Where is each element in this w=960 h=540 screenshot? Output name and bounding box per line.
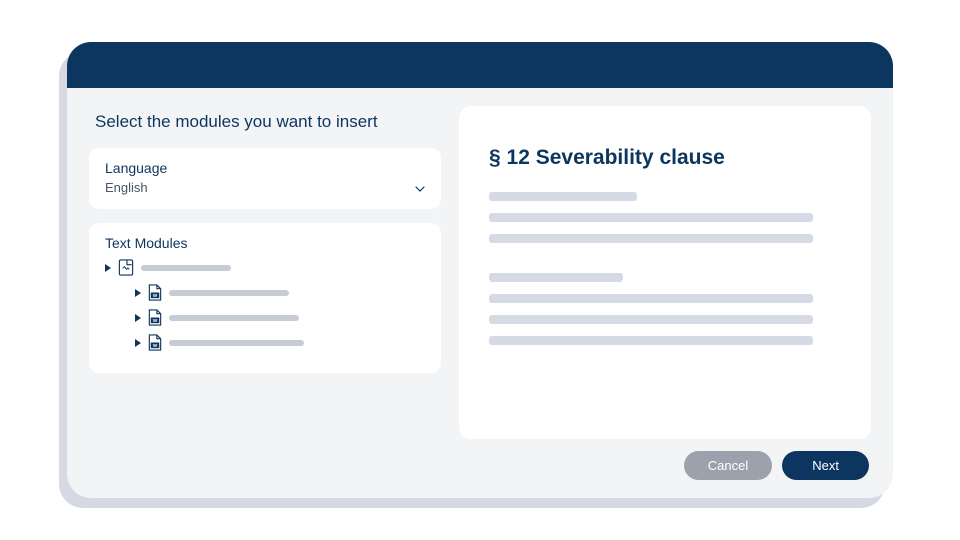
word-doc-icon: W: [148, 334, 162, 351]
language-label: Language: [105, 160, 425, 176]
svg-text:W: W: [153, 318, 158, 324]
expand-icon: [135, 314, 141, 322]
language-card: Language English: [89, 148, 441, 209]
placeholder-line: [489, 315, 813, 324]
preview-title: § 12 Severability clause: [489, 146, 841, 170]
placeholder-line: [141, 265, 231, 271]
language-select[interactable]: English: [105, 180, 425, 195]
tree-folder-row[interactable]: [105, 259, 425, 276]
text-modules-label: Text Modules: [105, 235, 425, 251]
preview-pane: § 12 Severability clause: [459, 106, 871, 439]
tree-item-row[interactable]: W: [135, 284, 425, 301]
placeholder-line: [489, 336, 813, 345]
next-button[interactable]: Next: [782, 451, 869, 480]
word-doc-icon: W: [148, 284, 162, 301]
text-modules-card: Text Modules: [89, 223, 441, 373]
placeholder-line: [169, 290, 289, 296]
svg-text:W: W: [153, 343, 158, 349]
module-tree: W W: [105, 259, 425, 351]
placeholder-line: [489, 234, 813, 243]
modal-body: Select the modules you want to insert La…: [67, 88, 893, 451]
language-value: English: [105, 180, 148, 195]
placeholder-line: [489, 294, 813, 303]
word-doc-icon: W: [148, 309, 162, 326]
expand-icon: [135, 289, 141, 297]
tree-item-row[interactable]: W: [135, 309, 425, 326]
left-pane: Select the modules you want to insert La…: [89, 106, 441, 439]
placeholder-line: [169, 315, 299, 321]
placeholder-line: [489, 192, 637, 201]
placeholder-line: [489, 273, 623, 282]
tree-item-row[interactable]: W: [135, 334, 425, 351]
folder-icon: [118, 259, 134, 276]
placeholder-line: [489, 213, 813, 222]
pane-title: Select the modules you want to insert: [95, 112, 441, 132]
chevron-down-icon: [415, 181, 425, 195]
modal-footer: Cancel Next: [67, 451, 893, 498]
expand-icon: [135, 339, 141, 347]
placeholder-line: [169, 340, 304, 346]
svg-text:W: W: [153, 293, 158, 299]
cancel-button[interactable]: Cancel: [684, 451, 772, 480]
expand-icon: [105, 264, 111, 272]
insert-modules-modal: Select the modules you want to insert La…: [67, 42, 893, 498]
modal-header-bar: [67, 42, 893, 88]
